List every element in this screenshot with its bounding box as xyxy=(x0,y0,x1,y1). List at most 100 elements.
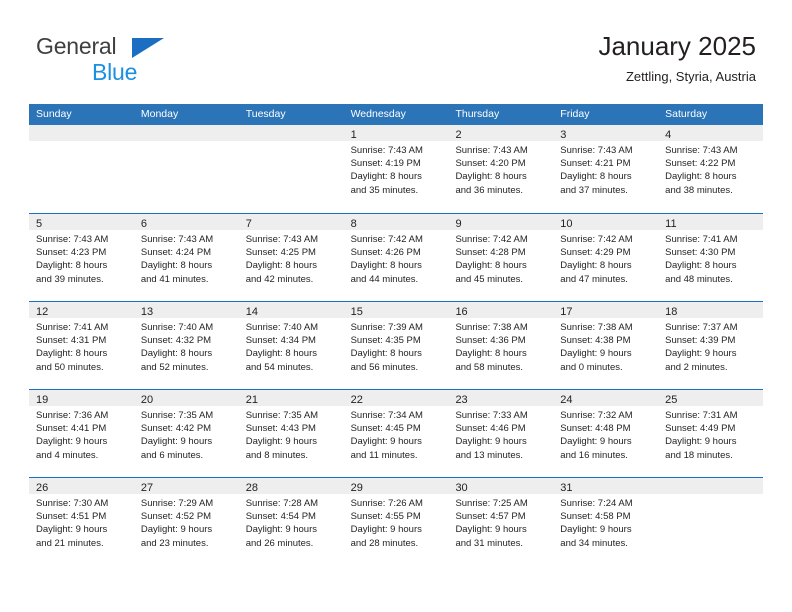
day-number-band xyxy=(29,125,134,141)
day-number-band: 5 xyxy=(29,214,134,230)
sunset-text: Sunset: 4:22 PM xyxy=(665,158,736,170)
sunset-text: Sunset: 4:31 PM xyxy=(36,335,107,347)
day-cell[interactable]: 15 Sunrise: 7:39 AM Sunset: 4:35 PM Dayligh… xyxy=(343,302,449,389)
day-cell[interactable]: 19 Sunrise: 7:36 AM Sunset: 4:41 PM Dayligh… xyxy=(29,390,134,477)
daylight-text: Daylight: 9 hours xyxy=(350,524,422,536)
day-cell[interactable]: 26 Sunrise: 7:30 AM Sunset: 4:51 PM Dayligh… xyxy=(29,478,134,565)
daylight-text: Daylight: 8 hours xyxy=(665,171,737,183)
day-number: 2 xyxy=(455,129,462,141)
day-cell[interactable]: 1 Sunrise: 7:43 AM Sunset: 4:19 PM Daylight… xyxy=(343,125,449,213)
day-number: 5 xyxy=(36,218,43,230)
daylight-text: and 11 minutes. xyxy=(350,449,418,461)
day-details: Sunrise: 7:41 AM Sunset: 4:30 PM Daylight:… xyxy=(658,230,763,286)
day-cell[interactable]: 31 Sunrise: 7:24 AM Sunset: 4:58 PM Dayligh… xyxy=(553,478,659,565)
day-number: 22 xyxy=(350,394,363,406)
day-cell[interactable]: 6 Sunrise: 7:43 AM Sunset: 4:24 PM Daylight… xyxy=(133,214,239,301)
day-cell[interactable]: 7 Sunrise: 7:43 AM Sunset: 4:25 PM Daylight… xyxy=(238,214,344,301)
sunset-text: Sunset: 4:48 PM xyxy=(560,423,631,435)
sunrise-text: Sunrise: 7:36 AM xyxy=(36,410,109,421)
day-number: 24 xyxy=(560,394,573,406)
daylight-text: Daylight: 8 hours xyxy=(455,260,527,272)
day-cell[interactable]: 10 Sunrise: 7:42 AM Sunset: 4:29 PM Dayligh… xyxy=(553,214,659,301)
day-number-band: 25 xyxy=(658,390,764,406)
sunrise-text: Sunrise: 7:32 AM xyxy=(560,410,633,421)
day-cell[interactable]: 14 Sunrise: 7:40 AM Sunset: 4:34 PM Dayligh… xyxy=(238,302,344,389)
day-cell[interactable]: 9 Sunrise: 7:42 AM Sunset: 4:28 PM Daylight… xyxy=(448,214,554,301)
day-number: 13 xyxy=(140,306,154,318)
day-cell[interactable]: 20 Sunrise: 7:35 AM Sunset: 4:42 PM Dayligh… xyxy=(133,390,239,477)
day-cell[interactable]: 27 Sunrise: 7:29 AM Sunset: 4:52 PM Dayligh… xyxy=(133,478,239,565)
day-number-band xyxy=(658,478,764,494)
sunrise-text: Sunrise: 7:38 AM xyxy=(560,322,633,333)
day-cell[interactable]: 23 Sunrise: 7:33 AM Sunset: 4:46 PM Dayligh… xyxy=(448,390,554,477)
sunset-text: Sunset: 4:57 PM xyxy=(455,511,526,523)
day-cell-empty xyxy=(29,125,134,213)
daylight-text: and 56 minutes. xyxy=(350,361,419,373)
daylight-text: and 18 minutes. xyxy=(665,449,733,461)
day-number-band: 22 xyxy=(343,390,449,406)
day-number-band: 13 xyxy=(133,302,239,318)
daylight-text: and 0 minutes. xyxy=(560,361,623,373)
day-cell[interactable]: 28 Sunrise: 7:28 AM Sunset: 4:54 PM Dayligh… xyxy=(238,478,344,565)
day-number-band: 1 xyxy=(343,125,449,141)
sunrise-text: Sunrise: 7:42 AM xyxy=(350,234,423,245)
day-cell[interactable]: 4 Sunrise: 7:43 AM Sunset: 4:22 PM Daylight… xyxy=(658,125,764,213)
day-details: Sunrise: 7:43 AM Sunset: 4:19 PM Daylight:… xyxy=(344,141,449,197)
day-number-band: 11 xyxy=(658,214,764,230)
day-cell[interactable]: 21 Sunrise: 7:35 AM Sunset: 4:43 PM Dayligh… xyxy=(238,390,344,477)
day-number: 19 xyxy=(36,394,49,406)
daylight-text: Daylight: 8 hours xyxy=(140,348,213,360)
day-details: Sunrise: 7:40 AM Sunset: 4:32 PM Daylight:… xyxy=(134,318,239,374)
day-number: 1 xyxy=(350,129,357,141)
day-cell[interactable]: 8 Sunrise: 7:42 AM Sunset: 4:26 PM Daylight… xyxy=(343,214,449,301)
daylight-text: and 50 minutes. xyxy=(36,361,104,373)
day-cell[interactable]: 5 Sunrise: 7:43 AM Sunset: 4:23 PM Daylight… xyxy=(29,214,134,301)
day-cell[interactable]: 30 Sunrise: 7:25 AM Sunset: 4:57 PM Dayligh… xyxy=(448,478,554,565)
day-cell[interactable]: 25 Sunrise: 7:31 AM Sunset: 4:49 PM Dayligh… xyxy=(658,390,764,477)
day-cell[interactable]: 17 Sunrise: 7:38 AM Sunset: 4:38 PM Dayligh… xyxy=(553,302,659,389)
day-cell[interactable]: 16 Sunrise: 7:38 AM Sunset: 4:36 PM Dayligh… xyxy=(448,302,554,389)
daylight-text: and 34 minutes. xyxy=(560,537,628,549)
daylight-text: Daylight: 8 hours xyxy=(36,260,108,272)
day-details: Sunrise: 7:40 AM Sunset: 4:34 PM Daylight:… xyxy=(239,318,344,374)
sunrise-text: Sunrise: 7:39 AM xyxy=(350,322,423,333)
daylight-text: Daylight: 9 hours xyxy=(140,436,213,448)
daylight-text: and 8 minutes. xyxy=(245,449,309,461)
day-cell[interactable]: 12 Sunrise: 7:41 AM Sunset: 4:31 PM Dayligh… xyxy=(29,302,134,389)
day-cell[interactable]: 22 Sunrise: 7:34 AM Sunset: 4:45 PM Dayligh… xyxy=(343,390,449,477)
day-number: 18 xyxy=(665,306,678,318)
daylight-text: Daylight: 8 hours xyxy=(560,171,632,183)
weekday-header-sunday: Sunday xyxy=(36,108,72,120)
daylight-text: and 16 minutes. xyxy=(560,449,628,461)
sunrise-text: Sunrise: 7:43 AM xyxy=(560,145,633,156)
daylight-text: Daylight: 9 hours xyxy=(350,436,422,448)
day-number-band: 28 xyxy=(238,478,344,494)
day-cell[interactable]: 13 Sunrise: 7:40 AM Sunset: 4:32 PM Dayligh… xyxy=(133,302,239,389)
day-details: Sunrise: 7:43 AM Sunset: 4:24 PM Daylight:… xyxy=(134,230,239,286)
day-cell[interactable]: 24 Sunrise: 7:32 AM Sunset: 4:48 PM Dayligh… xyxy=(553,390,659,477)
daylight-text: Daylight: 9 hours xyxy=(455,524,527,536)
brand-name-blue: Blue xyxy=(92,59,138,85)
day-cell[interactable]: 2 Sunrise: 7:43 AM Sunset: 4:20 PM Daylight… xyxy=(448,125,554,213)
sunrise-text: Sunrise: 7:29 AM xyxy=(140,498,214,509)
weekday-header-wednesday: Wednesday xyxy=(350,108,406,120)
day-number-band: 8 xyxy=(343,214,449,230)
day-details: Sunrise: 7:28 AM Sunset: 4:54 PM Daylight:… xyxy=(239,494,344,550)
sunset-text: Sunset: 4:34 PM xyxy=(245,335,316,347)
sunset-text: Sunset: 4:42 PM xyxy=(140,423,212,435)
day-details: Sunrise: 7:31 AM Sunset: 4:49 PM Daylight:… xyxy=(658,406,763,462)
day-cell[interactable]: 11 Sunrise: 7:41 AM Sunset: 4:30 PM Dayligh… xyxy=(658,214,764,301)
day-details: Sunrise: 7:32 AM Sunset: 4:48 PM Daylight:… xyxy=(553,406,658,462)
day-number: 29 xyxy=(350,482,363,494)
general-blue-logo[interactable]: General Blue xyxy=(36,34,266,88)
daylight-text: Daylight: 9 hours xyxy=(455,436,527,448)
day-number-band: 26 xyxy=(29,478,134,494)
sunset-text: Sunset: 4:38 PM xyxy=(560,335,631,347)
day-cell[interactable]: 3 Sunrise: 7:43 AM Sunset: 4:21 PM Daylight… xyxy=(553,125,659,213)
sunset-text: Sunset: 4:45 PM xyxy=(350,423,421,435)
day-number: 6 xyxy=(140,218,147,230)
daylight-text: Daylight: 8 hours xyxy=(665,260,737,272)
sunrise-text: Sunrise: 7:42 AM xyxy=(455,234,528,245)
day-cell[interactable]: 29 Sunrise: 7:26 AM Sunset: 4:55 PM Dayligh… xyxy=(343,478,449,565)
day-cell[interactable]: 18 Sunrise: 7:37 AM Sunset: 4:39 PM Dayligh… xyxy=(658,302,764,389)
